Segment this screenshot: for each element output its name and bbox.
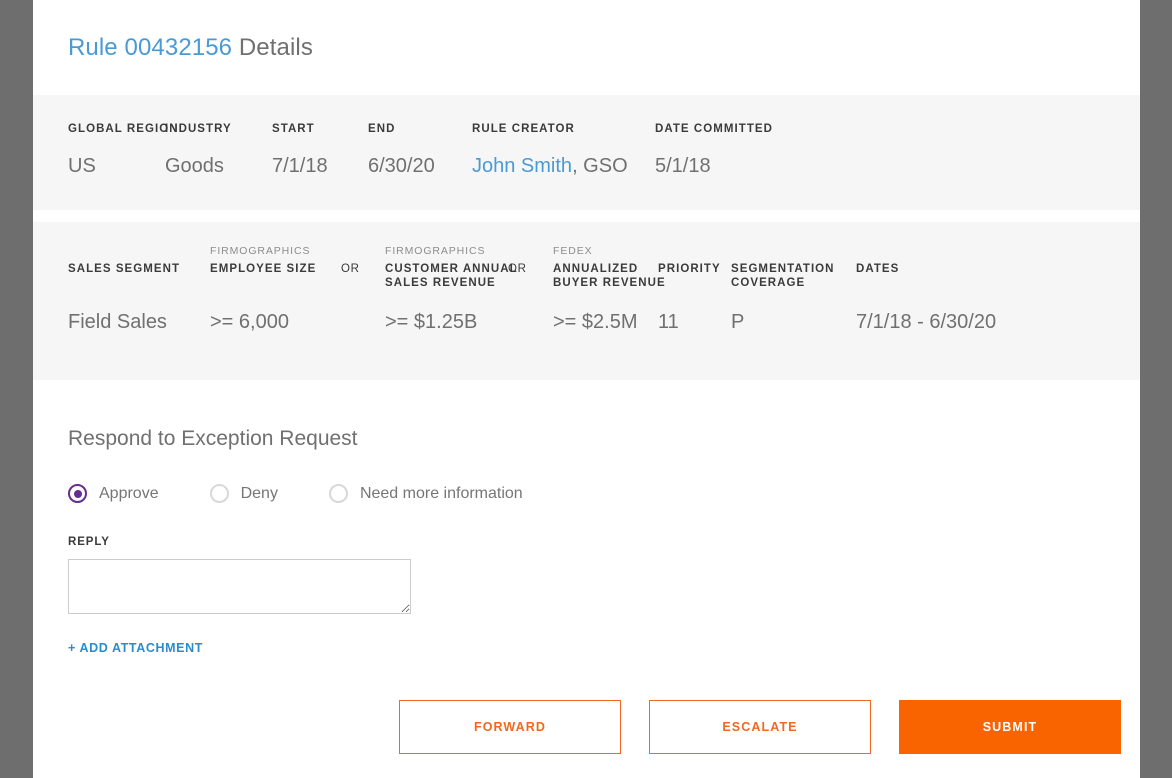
meta-col-date-committed: DATE COMMITTED 5/1/18	[655, 122, 805, 178]
rule-sublabel-employee-size: FIRMOGRAPHICS	[210, 245, 311, 257]
meta-label-global-region: GLOBAL REGION	[68, 123, 179, 135]
rule-col-annualized-buyer-revenue: FEDEX ANNUALIZED BUYER REVENUE >= $2.5M	[553, 245, 665, 334]
rule-sublabel-priority	[658, 245, 731, 258]
radio-label-approve: Approve	[99, 484, 159, 502]
rule-label-customer-annual-sales-revenue: CUSTOMER ANNUAL SALES REVENUE	[385, 262, 517, 290]
rule-creator-link[interactable]: John Smith	[472, 155, 572, 177]
radio-label-deny: Deny	[240, 484, 278, 502]
rule-col-dates: DATES 7/1/18 - 6/30/20	[856, 245, 1036, 334]
meta-value-date-committed: 5/1/18	[655, 155, 711, 177]
rule-criteria-panel: SALES SEGMENT Field Sales FIRMOGRAPHICS …	[33, 222, 1140, 380]
rule-sublabel-segmentation-coverage	[731, 245, 856, 258]
rule-label-abr-line2: BUYER REVENUE	[553, 277, 666, 289]
rule-label-cars-line1: CUSTOMER ANNUAL	[385, 263, 518, 275]
rule-criteria-grid: SALES SEGMENT Field Sales FIRMOGRAPHICS …	[68, 245, 1120, 334]
rule-label-annualized-buyer-revenue: ANNUALIZED BUYER REVENUE	[553, 262, 665, 290]
reply-textarea[interactable]	[68, 559, 411, 614]
rule-value-sales-segment: Field Sales	[68, 311, 167, 333]
forward-button[interactable]: FORWARD	[399, 700, 621, 754]
radio-icon-deny[interactable]	[209, 484, 229, 503]
meta-value-start: 7/1/18	[272, 155, 328, 177]
rule-or-label-2: OR	[508, 263, 527, 275]
meta-col-industry: INDUSTRY Goods	[165, 122, 272, 178]
rule-label-priority: PRIORITY	[658, 263, 721, 275]
action-button-row: FORWARD ESCALATE SUBMIT	[399, 700, 1121, 754]
respond-section: Respond to Exception Request Approve Den…	[33, 380, 1140, 657]
radio-label-need-more-information: Need more information	[359, 484, 523, 502]
rule-col-or-1: OR	[341, 245, 385, 276]
meta-label-date-committed: DATE COMMITTED	[655, 123, 773, 135]
meta-label-industry: INDUSTRY	[165, 123, 232, 135]
rule-col-priority: PRIORITY 11	[658, 245, 731, 334]
rule-col-or-2: OR	[508, 245, 553, 276]
reply-field-label: REPLY	[68, 536, 110, 548]
radio-option-deny[interactable]: Deny	[209, 484, 278, 503]
meta-col-end: END 6/30/20	[368, 122, 472, 178]
add-attachment-link[interactable]: + ADD ATTACHMENT	[68, 641, 203, 655]
rule-col-sales-segment: SALES SEGMENT Field Sales	[68, 245, 210, 334]
rule-label-segcov-line1: SEGMENTATION	[731, 263, 835, 275]
rule-col-segmentation-coverage: SEGMENTATION COVERAGE P	[731, 245, 856, 334]
meta-label-end: END	[368, 123, 396, 135]
rule-id-link[interactable]: Rule 00432156	[68, 34, 232, 61]
radio-option-need-more-information[interactable]: Need more information	[328, 484, 523, 503]
rule-creator-org: , GSO	[572, 155, 628, 177]
meta-label-start: START	[272, 123, 315, 135]
rule-value-customer-annual-sales-revenue: >= $1.25B	[385, 311, 478, 333]
meta-value-industry: Goods	[165, 155, 224, 177]
radio-icon-need-more-information[interactable]	[328, 484, 348, 503]
rule-sublabel-or-1	[341, 245, 385, 258]
radio-option-approve[interactable]: Approve	[68, 484, 159, 503]
meta-label-rule-creator: RULE CREATOR	[472, 123, 575, 135]
rule-label-segcov-line2: COVERAGE	[731, 277, 806, 289]
meta-col-rule-creator: RULE CREATOR John Smith, GSO	[472, 122, 655, 178]
radio-icon-approve[interactable]	[68, 484, 87, 503]
escalate-button[interactable]: ESCALATE	[649, 700, 871, 754]
rule-sublabel-or-2	[508, 245, 553, 258]
rule-label-segmentation-coverage: SEGMENTATION COVERAGE	[731, 262, 856, 290]
respond-section-title: Respond to Exception Request	[68, 427, 358, 450]
rule-value-annualized-buyer-revenue: >= $2.5M	[553, 311, 638, 333]
rule-col-customer-annual-sales-revenue: FIRMOGRAPHICS CUSTOMER ANNUAL SALES REVE…	[385, 245, 517, 334]
rule-value-employee-size: >= 6,000	[210, 311, 289, 333]
rule-meta-panel: GLOBAL REGION US INDUSTRY Goods START 7/…	[33, 95, 1140, 210]
rule-value-dates: 7/1/18 - 6/30/20	[856, 311, 997, 333]
rule-label-sales-segment: SALES SEGMENT	[68, 263, 181, 275]
page-title-suffix: Details	[232, 33, 313, 61]
meta-value-end: 6/30/20	[368, 155, 435, 177]
meta-col-global-region: GLOBAL REGION US	[68, 122, 179, 178]
rule-col-employee-size: FIRMOGRAPHICS EMPLOYEE SIZE >= 6,000	[210, 245, 341, 334]
rule-sublabel-dates	[856, 245, 1036, 258]
rule-value-priority: 11	[658, 311, 679, 333]
response-radio-group: Approve Deny Need more information	[68, 484, 1140, 503]
rule-meta-grid: GLOBAL REGION US INDUSTRY Goods START 7/…	[68, 122, 1120, 178]
rule-sublabel-customer-annual-sales-revenue: FIRMOGRAPHICS	[385, 245, 486, 257]
screen: Rule 00432156 Details GLOBAL REGION US I…	[0, 0, 1172, 778]
meta-col-start: START 7/1/18	[272, 122, 368, 178]
rule-sublabel-sales-segment	[68, 245, 210, 258]
rule-or-label-1: OR	[341, 263, 360, 275]
panel-divider	[33, 210, 1140, 222]
rule-label-abr-line1: ANNUALIZED	[553, 263, 639, 275]
meta-value-global-region: US	[68, 155, 96, 177]
page-title: Rule 00432156 Details	[68, 34, 313, 62]
meta-value-rule-creator: John Smith, GSO	[472, 155, 655, 178]
page-header: Rule 00432156 Details	[33, 0, 1140, 95]
rule-label-dates: DATES	[856, 263, 900, 275]
rule-sublabel-annualized-buyer-revenue: FEDEX	[553, 245, 593, 257]
rule-value-segmentation-coverage: P	[731, 311, 745, 333]
rule-details-page: Rule 00432156 Details GLOBAL REGION US I…	[33, 0, 1140, 778]
rule-label-cars-line2: SALES REVENUE	[385, 277, 496, 289]
rule-label-employee-size: EMPLOYEE SIZE	[210, 263, 317, 275]
submit-button[interactable]: SUBMIT	[899, 700, 1121, 754]
